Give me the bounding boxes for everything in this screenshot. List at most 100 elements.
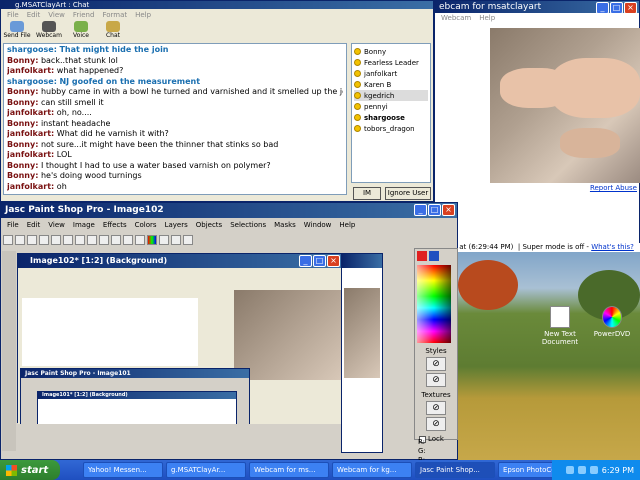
redo-icon[interactable] xyxy=(51,235,61,245)
buddy-item[interactable]: tobors_dragon xyxy=(354,123,428,134)
paste-icon[interactable] xyxy=(87,235,97,245)
buddy-item[interactable]: Karen B xyxy=(354,79,428,90)
image102-title: Image102* [1:2] (Background) xyxy=(18,254,342,268)
histogram-icon[interactable] xyxy=(147,235,157,245)
menu-format[interactable]: Format xyxy=(102,11,127,19)
webcam-button[interactable]: Webcam xyxy=(35,21,63,39)
tool-palette[interactable] xyxy=(2,251,16,451)
psp-title: Jasc Paint Shop Pro - Image102 xyxy=(1,203,457,218)
chat-message: janfolkart: oh, no.... xyxy=(7,108,343,119)
menu-help[interactable]: Help xyxy=(135,11,151,19)
start-button[interactable]: start xyxy=(0,460,60,480)
chat-message: Bonny: instant headache xyxy=(7,119,343,130)
secondary-image-canvas xyxy=(344,288,380,378)
browse-icon[interactable] xyxy=(123,235,133,245)
hand-image xyxy=(550,58,640,118)
layers-icon[interactable] xyxy=(159,235,169,245)
psp-menu-effects[interactable]: Effects xyxy=(103,221,127,229)
buddy-item[interactable]: Bonny xyxy=(354,46,428,57)
minimize-button[interactable]: _ xyxy=(414,204,427,216)
send-file-label: Send File xyxy=(3,32,31,39)
psp-menu-layers[interactable]: Layers xyxy=(165,221,188,229)
psp-menu-help[interactable]: Help xyxy=(339,221,355,229)
buddy-item[interactable]: shargoose xyxy=(354,112,428,123)
crop-icon[interactable] xyxy=(135,235,145,245)
textures-button[interactable]: ⊘ xyxy=(426,401,446,415)
taskbar-button[interactable]: Yahoo! Messen... xyxy=(83,462,163,478)
copy-icon[interactable] xyxy=(75,235,85,245)
whats-this-link[interactable]: What's this? xyxy=(591,243,634,251)
report-abuse-link[interactable]: Report Abuse xyxy=(590,184,637,192)
menu-friend[interactable]: Friend xyxy=(73,11,95,19)
styles-swap-button[interactable]: ⊘ xyxy=(426,373,446,387)
buddy-name: pennyi xyxy=(364,102,388,111)
taskbar-button[interactable]: Webcam for ms... xyxy=(249,462,329,478)
desktop-icon-label: PowerDVD xyxy=(593,330,631,338)
maximize-button[interactable]: □ xyxy=(610,2,623,14)
buddy-list[interactable]: Bonny Fearless Leader janfolkart Karen B kge… xyxy=(351,43,431,183)
tray-icon[interactable] xyxy=(577,466,586,474)
buddy-item[interactable]: janfolkart xyxy=(354,68,428,79)
menu-file[interactable]: File xyxy=(7,11,19,19)
message-text: NJ goofed on the measurement xyxy=(59,76,201,86)
buddy-item[interactable]: Fearless Leader xyxy=(354,57,428,68)
voice-button[interactable]: Voice xyxy=(67,21,95,39)
desktop-icon-new-text-document[interactable]: New Text Document xyxy=(530,306,590,346)
chat-title: g.MSATClayArt : Chat xyxy=(1,1,433,9)
tray-icon[interactable] xyxy=(565,466,574,474)
close-button[interactable]: × xyxy=(624,2,637,14)
save-icon[interactable] xyxy=(27,235,37,245)
psp-menu-masks[interactable]: Masks xyxy=(274,221,296,229)
minimize-button[interactable]: _ xyxy=(299,255,312,267)
psp-menu-file[interactable]: File xyxy=(7,221,19,229)
overview-icon[interactable] xyxy=(171,235,181,245)
color-spectrum[interactable] xyxy=(417,265,451,343)
foreground-color-swatch[interactable] xyxy=(417,251,427,261)
send-file-button[interactable]: Send File xyxy=(3,21,31,39)
message-sender: janfolkart: xyxy=(7,108,55,117)
scan-icon[interactable] xyxy=(111,235,121,245)
menu-help[interactable]: Help xyxy=(479,14,495,22)
psp-menu-window[interactable]: Window xyxy=(304,221,332,229)
hand-image xyxy=(560,128,620,158)
help-icon[interactable] xyxy=(183,235,193,245)
psp-toolbar xyxy=(1,232,457,248)
taskbar-button[interactable]: g.MSATClayAr... xyxy=(166,462,246,478)
psp-menu-image[interactable]: Image xyxy=(73,221,95,229)
buddy-item[interactable]: pennyi xyxy=(354,101,428,112)
close-button[interactable]: × xyxy=(327,255,340,267)
styles-button[interactable]: ⊘ xyxy=(426,357,446,371)
textures-swap-button[interactable]: ⊘ xyxy=(426,417,446,431)
cut-icon[interactable] xyxy=(63,235,73,245)
minimize-button[interactable]: _ xyxy=(596,2,609,14)
message-sender: janfolkart: xyxy=(7,181,55,191)
psp-menu-selections[interactable]: Selections xyxy=(230,221,266,229)
maximize-button[interactable]: □ xyxy=(313,255,326,267)
chat-button[interactable]: Chat xyxy=(99,21,127,39)
im-button[interactable]: IM xyxy=(353,187,381,200)
menu-view[interactable]: View xyxy=(48,11,65,19)
menu-edit[interactable]: Edit xyxy=(27,11,41,19)
menu-webcam[interactable]: Webcam xyxy=(441,14,471,22)
new-icon[interactable] xyxy=(3,235,13,245)
undo-icon[interactable] xyxy=(39,235,49,245)
buddy-item[interactable]: kgedrich xyxy=(354,90,428,101)
image102-canvas[interactable]: Jasc Paint Shop Pro - Image101 Image101*… xyxy=(18,268,344,424)
conversation-pane[interactable]: shargoose: That might hide the join Bonny… xyxy=(3,43,347,195)
ignore-user-button[interactable]: Ignore User xyxy=(385,187,431,200)
close-button[interactable]: × xyxy=(442,204,455,216)
maximize-button[interactable]: □ xyxy=(428,204,441,216)
psp-menu-view[interactable]: View xyxy=(48,221,65,229)
tray-icon[interactable] xyxy=(589,466,598,474)
open-icon[interactable] xyxy=(15,235,25,245)
psp-menu-colors[interactable]: Colors xyxy=(135,221,157,229)
desktop-icon-powerdvd[interactable]: PowerDVD xyxy=(582,306,640,338)
taskbar-button[interactable]: Jasc Paint Shop... xyxy=(415,462,495,478)
message-text: oh xyxy=(56,181,67,191)
background-color-swatch[interactable] xyxy=(429,251,439,261)
print-icon[interactable] xyxy=(99,235,109,245)
taskbar-button[interactable]: Webcam for kg... xyxy=(332,462,412,478)
psp-menu-objects[interactable]: Objects xyxy=(196,221,222,229)
message-sender: janfolkart: xyxy=(7,66,55,75)
psp-menu-edit[interactable]: Edit xyxy=(27,221,41,229)
